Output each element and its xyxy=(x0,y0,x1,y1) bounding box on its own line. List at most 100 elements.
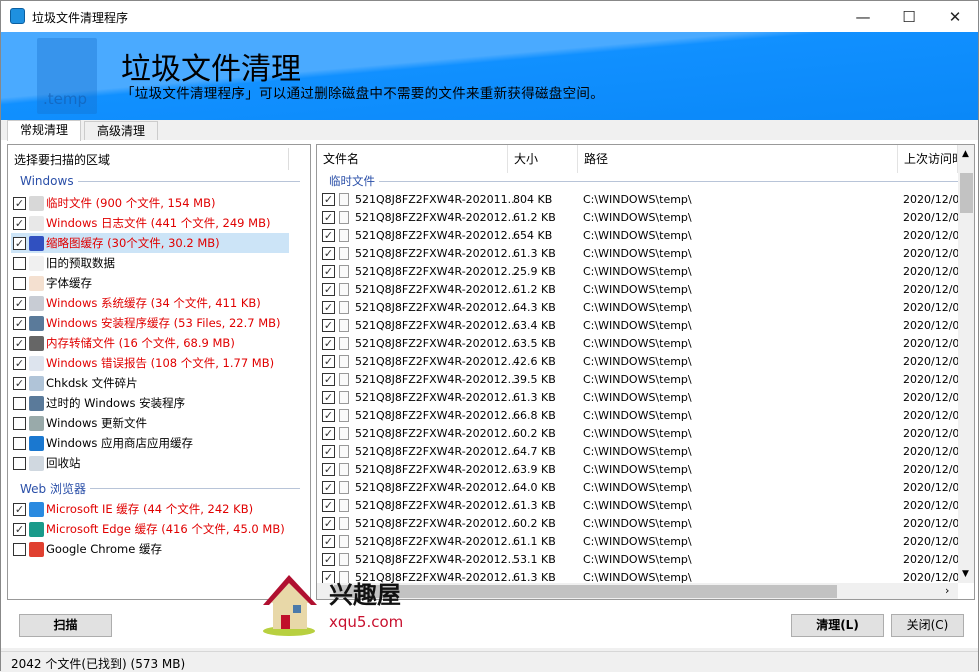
checkbox[interactable]: ✓ xyxy=(13,196,26,210)
table-row[interactable]: ✓ 521Q8J8FZ2FXW4R-202012... 60.2 KB C:\W… xyxy=(317,515,966,533)
checkbox[interactable]: ✓ xyxy=(13,376,26,390)
tab-general[interactable]: 常规清理 xyxy=(7,120,82,141)
scan-item[interactable]: ✓ Windows 错误报告 (108 个文件, 1.77 MB) xyxy=(11,353,289,373)
table-row[interactable]: ✓ 521Q8J8FZ2FXW4R-202012... 61.3 KB C:\W… xyxy=(317,245,966,263)
table-row[interactable]: ✓ 521Q8J8FZ2FXW4R-202012... 63.5 KB C:\W… xyxy=(317,335,966,353)
scan-item[interactable]: Windows 更新文件 xyxy=(11,413,289,433)
table-row[interactable]: ✓ 521Q8J8FZ2FXW4R-202012... 39.5 KB C:\W… xyxy=(317,371,966,389)
checkbox[interactable] xyxy=(13,256,26,270)
file-icon xyxy=(339,535,349,548)
scan-item[interactable]: ✓ Chkdsk 文件碎片 xyxy=(11,373,289,393)
checkbox[interactable]: ✓ xyxy=(322,193,335,206)
checkbox[interactable]: ✓ xyxy=(322,265,335,278)
table-row[interactable]: ✓ 521Q8J8FZ2FXW4R-202011... 804 KB C:\WI… xyxy=(317,191,966,209)
column-header-accessed[interactable]: 上次访问时 xyxy=(898,145,958,173)
checkbox[interactable] xyxy=(13,456,26,470)
checkbox[interactable]: ✓ xyxy=(13,522,26,536)
checkbox[interactable]: ✓ xyxy=(322,355,335,368)
log-file-icon xyxy=(29,215,44,231)
checkbox[interactable]: ✓ xyxy=(322,391,335,404)
file-path: C:\WINDOWS\temp\ xyxy=(583,337,692,350)
table-row[interactable]: ✓ 521Q8J8FZ2FXW4R-202012... 61.2 KB C:\W… xyxy=(317,281,966,299)
column-header-size[interactable]: 大小 xyxy=(508,145,578,173)
scan-item[interactable]: 字体缓存 xyxy=(11,273,289,293)
scan-item[interactable]: Windows 应用商店应用缓存 xyxy=(11,433,289,453)
file-path: C:\WINDOWS\temp\ xyxy=(583,427,692,440)
table-row[interactable]: ✓ 521Q8J8FZ2FXW4R-202012... 654 KB C:\WI… xyxy=(317,227,966,245)
vertical-scrollbar[interactable]: ▲ ▼ xyxy=(958,145,974,583)
scroll-up-icon[interactable]: ▲ xyxy=(962,149,969,159)
checkbox[interactable]: ✓ xyxy=(322,553,335,566)
scroll-thumb[interactable] xyxy=(960,173,973,213)
scan-item[interactable]: ✓ 内存转储文件 (16 个文件, 68.9 MB) xyxy=(11,333,289,353)
checkbox[interactable]: ✓ xyxy=(13,336,26,350)
scan-item[interactable]: ✓ 缩略图缓存 (30个文件, 30.2 MB) xyxy=(11,233,289,253)
checkbox[interactable]: ✓ xyxy=(322,211,335,224)
file-size: 63.4 KB xyxy=(513,319,556,332)
tab-advanced[interactable]: 高级清理 xyxy=(84,121,159,141)
scan-item[interactable]: ✓ Windows 日志文件 (441 个文件, 249 MB) xyxy=(11,213,289,233)
maximize-button[interactable]: ☐ xyxy=(886,1,932,32)
checkbox[interactable] xyxy=(13,276,26,290)
checkbox[interactable]: ✓ xyxy=(322,481,335,494)
checkbox[interactable]: ✓ xyxy=(322,337,335,350)
checkbox[interactable]: ✓ xyxy=(13,236,26,250)
table-row[interactable]: ✓ 521Q8J8FZ2FXW4R-202012... 61.3 KB C:\W… xyxy=(317,497,966,515)
checkbox[interactable] xyxy=(13,542,26,556)
scan-item[interactable]: ✓ Windows 系统缓存 (34 个文件, 411 KB) xyxy=(11,293,289,313)
checkbox[interactable]: ✓ xyxy=(13,296,26,310)
table-row[interactable]: ✓ 521Q8J8FZ2FXW4R-202012... 42.6 KB C:\W… xyxy=(317,353,966,371)
scan-item[interactable]: ✓ 临时文件 (900 个文件, 154 MB) xyxy=(11,193,289,213)
table-row[interactable]: ✓ 521Q8J8FZ2FXW4R-202012... 60.2 KB C:\W… xyxy=(317,425,966,443)
checkbox[interactable]: ✓ xyxy=(322,229,335,242)
scan-item[interactable]: 过时的 Windows 安装程序 xyxy=(11,393,289,413)
checkbox[interactable]: ✓ xyxy=(322,499,335,512)
table-row[interactable]: ✓ 521Q8J8FZ2FXW4R-202012... 25.9 KB C:\W… xyxy=(317,263,966,281)
table-row[interactable]: ✓ 521Q8J8FZ2FXW4R-202012... 64.7 KB C:\W… xyxy=(317,443,966,461)
checkbox[interactable] xyxy=(13,416,26,430)
column-header-path[interactable]: 路径 xyxy=(578,145,898,173)
scan-button[interactable]: 扫描 xyxy=(19,614,112,637)
scan-item[interactable]: 回收站 xyxy=(11,453,289,473)
clean-button[interactable]: 清理(L) xyxy=(791,614,884,637)
checkbox[interactable]: ✓ xyxy=(322,409,335,422)
table-row[interactable]: ✓ 521Q8J8FZ2FXW4R-202012... 61.1 KB C:\W… xyxy=(317,533,966,551)
column-header-name[interactable]: 文件名 xyxy=(317,145,508,173)
table-row[interactable]: ✓ 521Q8J8FZ2FXW4R-202012... 66.8 KB C:\W… xyxy=(317,407,966,425)
table-row[interactable]: ✓ 521Q8J8FZ2FXW4R-202012... 63.4 KB C:\W… xyxy=(317,317,966,335)
checkbox[interactable]: ✓ xyxy=(322,463,335,476)
checkbox[interactable]: ✓ xyxy=(322,427,335,440)
checkbox[interactable]: ✓ xyxy=(13,216,26,230)
checkbox[interactable]: ✓ xyxy=(322,247,335,260)
table-row[interactable]: ✓ 521Q8J8FZ2FXW4R-202012... 53.1 KB C:\W… xyxy=(317,551,966,569)
scroll-down-icon[interactable]: ▼ xyxy=(962,569,969,579)
table-row[interactable]: ✓ 521Q8J8FZ2FXW4R-202012... 61.3 KB C:\W… xyxy=(317,389,966,407)
minimize-button[interactable]: — xyxy=(840,1,886,32)
checkbox[interactable]: ✓ xyxy=(322,319,335,332)
checkbox[interactable]: ✓ xyxy=(13,316,26,330)
scan-item[interactable]: Google Chrome 缓存 xyxy=(11,539,289,559)
scroll-right-icon[interactable]: › xyxy=(945,584,949,597)
scan-item[interactable]: ✓ Windows 安装程序缓存 (53 Files, 22.7 MB) xyxy=(11,313,289,333)
file-path: C:\WINDOWS\temp\ xyxy=(583,409,692,422)
checkbox[interactable]: ✓ xyxy=(322,445,335,458)
file-path: C:\WINDOWS\temp\ xyxy=(583,283,692,296)
scan-item[interactable]: ✓ Microsoft Edge 缓存 (416 个文件, 45.0 MB) xyxy=(11,519,289,539)
table-row[interactable]: ✓ 521Q8J8FZ2FXW4R-202012... 63.9 KB C:\W… xyxy=(317,461,966,479)
checkbox[interactable]: ✓ xyxy=(322,373,335,386)
checkbox[interactable]: ✓ xyxy=(13,356,26,370)
table-row[interactable]: ✓ 521Q8J8FZ2FXW4R-202012... 64.3 KB C:\W… xyxy=(317,299,966,317)
checkbox[interactable] xyxy=(13,396,26,410)
close-window-button[interactable]: ✕ xyxy=(932,1,978,32)
close-button[interactable]: 关闭(C) xyxy=(891,614,964,637)
table-row[interactable]: ✓ 521Q8J8FZ2FXW4R-202012... 61.2 KB C:\W… xyxy=(317,209,966,227)
table-row[interactable]: ✓ 521Q8J8FZ2FXW4R-202012... 64.0 KB C:\W… xyxy=(317,479,966,497)
scan-item[interactable]: 旧的预取数据 xyxy=(11,253,289,273)
checkbox[interactable]: ✓ xyxy=(322,535,335,548)
checkbox[interactable]: ✓ xyxy=(322,517,335,530)
checkbox[interactable]: ✓ xyxy=(322,301,335,314)
scan-item[interactable]: ✓ Microsoft IE 缓存 (44 个文件, 242 KB) xyxy=(11,499,289,519)
checkbox[interactable] xyxy=(13,436,26,450)
checkbox[interactable]: ✓ xyxy=(13,502,26,516)
checkbox[interactable]: ✓ xyxy=(322,283,335,296)
